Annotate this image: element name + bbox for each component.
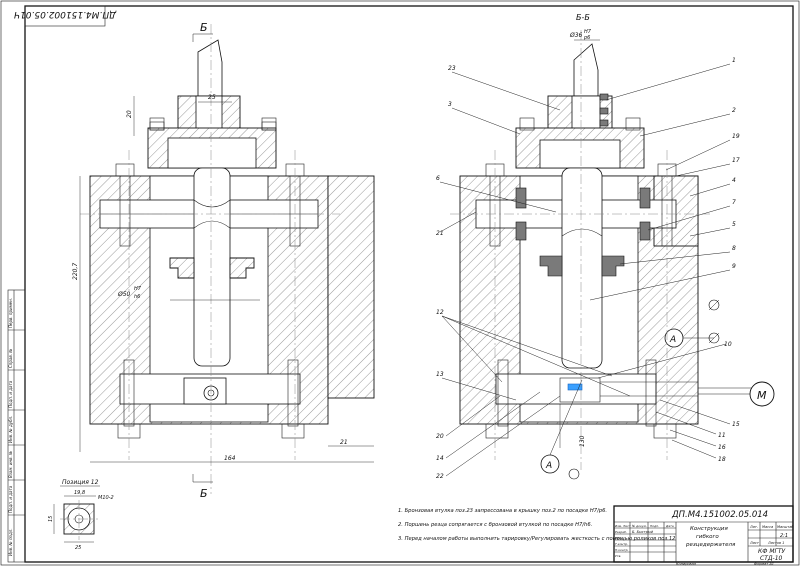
dim-width-top: 25 <box>208 94 216 101</box>
stamp-title-2: гибкого <box>696 534 719 540</box>
callout-14: 14 <box>436 455 444 462</box>
position-title: Позиция 12 <box>62 479 99 486</box>
strip-label-5: Подп. и дата <box>8 485 13 513</box>
callout-6: 6 <box>436 175 440 182</box>
right-piston <box>561 167 603 369</box>
callout-21: 21 <box>436 230 444 237</box>
stamp-title-1: Конструкция <box>690 526 728 532</box>
stamp-row-1: № докум. <box>631 524 647 528</box>
section-mark-top: Б <box>200 21 208 34</box>
callout-5: 5 <box>732 221 736 228</box>
rotated-code-box: ДП.М4.151002.05.01Ч <box>14 5 117 27</box>
strip-label-6: Инв. № подл. <box>8 528 13 556</box>
stamp-row-6: Т.контр. <box>615 542 628 546</box>
left-strip: Перв. примен. Справ. № Подп. и дата Инв.… <box>7 289 26 563</box>
piston <box>193 167 231 367</box>
stamp-org-2: СТД-10 <box>760 555 783 562</box>
callout-2: 2 <box>732 107 736 114</box>
dim-right: 21 <box>340 439 348 446</box>
stamp-row-7: Н.контр. <box>615 548 628 552</box>
stamp-org-1: КФ МГТУ <box>758 548 786 555</box>
left-view: Б Б 25 20 220,7 Ø50 H7 h6 164 21 <box>72 21 375 500</box>
strip-label-3: Инв. № дубл. <box>8 416 13 443</box>
stamp-format: Формат А1 <box>754 562 774 566</box>
note-2: 2. Поршень резца сопрягается с бронзовой… <box>398 522 592 528</box>
dim-fit-upper: H7 <box>134 286 142 292</box>
callout-8: 8 <box>732 245 736 252</box>
stamp-scale: 2:1 <box>780 533 788 539</box>
side-clamp <box>327 175 375 399</box>
datum-a-upper: A <box>669 335 676 345</box>
stamp-title-3: резцедержателя <box>685 542 736 548</box>
stamp-sheet: Лист <box>749 541 760 545</box>
stamp-row-5: Пров. <box>615 536 624 540</box>
engineering-drawing: ДП.М4.151002.05.01Ч Перв. примен. Справ.… <box>0 0 800 566</box>
dim-fit-diameter: Ø50 <box>117 291 131 298</box>
callout-9: 9 <box>732 263 736 270</box>
callout-10: 10 <box>724 341 732 348</box>
callout-7: 7 <box>732 199 736 206</box>
stamp-code: ДП.М4.151002.05.014 <box>671 510 768 520</box>
callout-15: 15 <box>732 421 740 428</box>
position-dim-d: 25 <box>75 545 81 551</box>
stamp-copied: Копировал <box>676 562 697 566</box>
stamp-row-4: Разраб. <box>615 530 627 534</box>
strip-label-0: Перв. примен. <box>8 298 13 328</box>
callout-11: 11 <box>718 432 726 439</box>
callout-4: 4 <box>732 177 736 184</box>
callout-19: 19 <box>732 133 740 140</box>
callout-22: 22 <box>436 473 444 480</box>
callout-12: 12 <box>436 309 444 316</box>
position-dim-b: М10-2 <box>98 495 114 501</box>
stage-col-scale: Масштаб <box>777 525 794 529</box>
callout-16: 16 <box>718 444 726 451</box>
stamp-row-3: Дата <box>665 524 674 528</box>
section-title: Б-Б <box>576 13 590 22</box>
stage-col-mass: Масса <box>762 525 773 529</box>
right-dim-top: Ø36 <box>569 32 583 39</box>
position-dim-c: 15 <box>48 516 54 522</box>
stamp-row-8: Утв. <box>615 554 621 558</box>
callout-18: 18 <box>718 456 726 463</box>
motor-label: M <box>757 389 767 402</box>
position-dim-a: 19,8 <box>74 490 85 496</box>
strip-label-1: Справ. № <box>8 349 13 368</box>
callout-17: 17 <box>732 157 740 164</box>
stamp-row-2: Подп. <box>650 524 659 528</box>
dim-height-top: 20 <box>126 110 133 118</box>
callout-3: 3 <box>448 101 452 108</box>
stamp-sheets: Листов 1 <box>767 541 784 545</box>
stage-col-lit: Лит. <box>749 525 758 529</box>
callout-20: 20 <box>436 433 444 440</box>
right-view: Б-Б M A A Ø36 H7 p6 130 23 3 6 21 12 13 … <box>436 13 775 480</box>
callout-13: 13 <box>436 371 444 378</box>
stamp-developer: Б. Быстрый <box>632 530 654 534</box>
strip-label-2: Подп. и дата <box>8 380 13 408</box>
note-3: 3. Перед началом работы выполнить тариро… <box>398 536 675 542</box>
note-1: 1. Бронзовая втулка поз.23 запрессована … <box>398 508 607 514</box>
right-dim-top-lower: p6 <box>583 35 590 41</box>
position-detail: Позиция 12 19,8 М10-2 15 25 <box>48 479 114 551</box>
section-mark-bottom: Б <box>200 487 208 500</box>
dim-width-bottom: 164 <box>224 455 236 462</box>
datum-a-lower: A <box>545 461 552 471</box>
dim-height-total: 220,7 <box>72 263 79 280</box>
rotated-code: ДП.М4.151002.05.01Ч <box>14 9 117 19</box>
callout-1: 1 <box>732 57 736 64</box>
stamp-row-0: Изм. Лист <box>615 524 631 528</box>
right-dim-bottom: 130 <box>579 435 586 447</box>
callout-23: 23 <box>448 65 456 72</box>
strip-label-4: Взам. инв. № <box>8 451 13 478</box>
dim-fit-lower: h6 <box>134 294 140 300</box>
